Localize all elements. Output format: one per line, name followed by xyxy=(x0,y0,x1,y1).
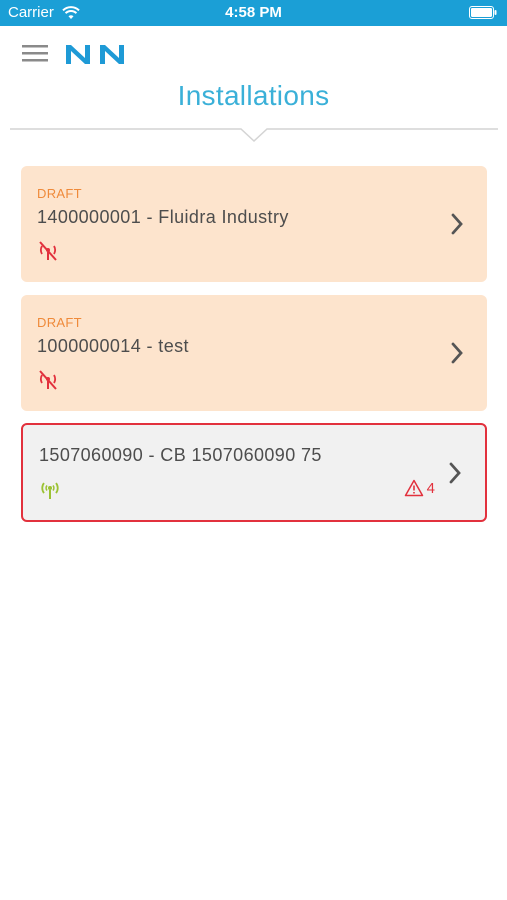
installation-title: 1507060090 - CB 1507060090 75 xyxy=(39,445,322,465)
page-title: Installations xyxy=(177,80,330,111)
installation-title: 1000000014 - test xyxy=(37,336,189,356)
installation-card[interactable]: DRAFT 1000000014 - test xyxy=(21,295,487,411)
alert-count: 4 xyxy=(426,479,435,497)
no-signal-icon xyxy=(39,370,57,390)
draft-label: DRAFT xyxy=(37,186,82,201)
warning-icon xyxy=(404,479,423,497)
nn-logo[interactable] xyxy=(64,42,130,66)
app-header: Installations xyxy=(0,26,507,142)
installation-title: 1400000001 - Fluidra Industry xyxy=(37,207,289,227)
battery-icon xyxy=(469,6,497,19)
status-bar: Carrier 4:58 PM xyxy=(0,0,507,26)
installation-card[interactable]: DRAFT 1400000001 - Fluidra Industry xyxy=(21,166,487,282)
signal-icon xyxy=(41,482,59,499)
header-divider xyxy=(10,128,498,142)
hamburger-menu-icon[interactable] xyxy=(22,44,50,64)
chevron-right-icon[interactable] xyxy=(449,341,465,365)
clock: 4:58 PM xyxy=(225,4,282,21)
alert-indicator: 4 xyxy=(404,479,435,497)
no-signal-icon xyxy=(39,241,57,261)
chevron-right-icon[interactable] xyxy=(449,212,465,236)
chevron-right-icon[interactable] xyxy=(447,461,463,485)
installation-card[interactable]: 1507060090 - CB 1507060090 75 4 xyxy=(21,423,487,522)
draft-label: DRAFT xyxy=(37,315,82,330)
